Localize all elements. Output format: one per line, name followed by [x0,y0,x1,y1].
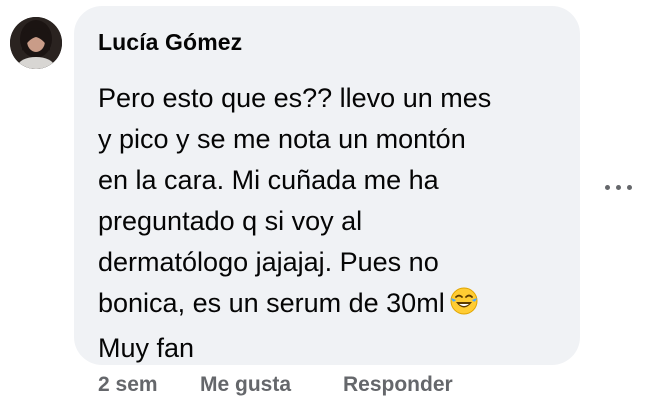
avatar[interactable] [10,17,62,69]
comment-body: Pero esto que es?? llevo un mes y pico y… [98,83,492,318]
comment-bubble: Lucía Gómez Pero esto que es?? llevo un … [74,6,580,365]
more-options-button[interactable] [602,176,636,200]
comment-author[interactable]: Lucía Gómez [98,28,556,56]
comment-text-tail: Muy fan [98,333,195,363]
face-with-tears-of-joy-icon [449,286,479,328]
more-dot [605,185,610,190]
comment-text: Pero esto que es?? llevo un mes y pico y… [98,78,568,369]
reply-button[interactable]: Responder [343,371,453,399]
like-button[interactable]: Me gusta [200,371,291,399]
more-dot [627,185,632,190]
comment-timestamp[interactable]: 2 sem [98,371,158,399]
more-dot [616,185,621,190]
